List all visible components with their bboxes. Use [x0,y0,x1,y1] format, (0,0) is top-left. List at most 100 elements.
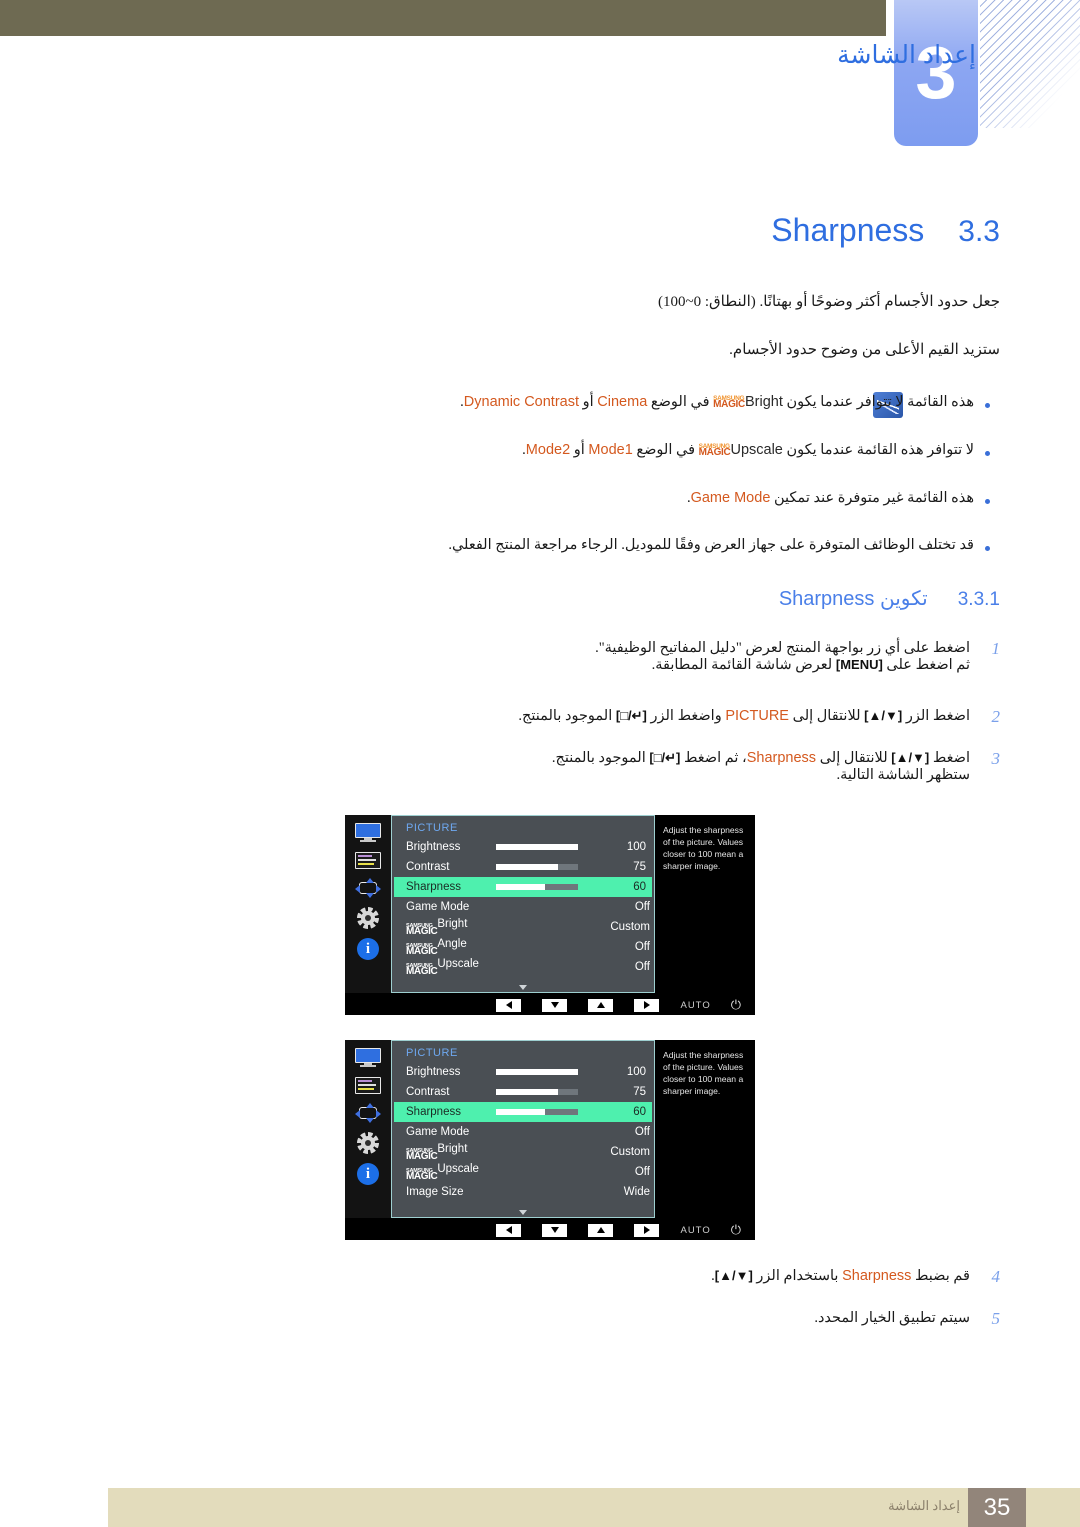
left-arrow-icon[interactable] [496,998,522,1012]
note-1-pre: هذه القائمة لا تتوافر عندما يكون [782,394,974,410]
color-list-icon[interactable] [355,852,381,869]
step-4-emphasis: Sharpness [842,1268,912,1284]
samsung-magic-lockup-2: SAMSUNG MAGIC Upscale [699,442,783,459]
step-1-line2-pre: ثم اضغط على [882,657,970,673]
osd-row-brightness-1[interactable]: Brightness 100 [394,837,652,857]
osd-value: Custom [610,1146,650,1158]
osd-slider[interactable] [496,844,578,850]
page-number: 35 [968,1488,1026,1527]
chapter-number-tab: 3 [894,0,978,146]
osd-slider[interactable] [496,864,578,870]
enter-key-2: [□/↵] [649,750,681,765]
step-1-number: 1 [991,639,1001,658]
step-3-line-2: ستظهر الشاشة التالية. [836,767,970,783]
osd-value: Off [634,1166,650,1178]
osd-menu-panel-2: PICTURE Brightness 100 Contrast 75 Sharp… [391,1040,655,1218]
step-5-text: سيتم تطبيق الخيار المحدد. [814,1310,970,1326]
right-arrow-icon[interactable] [634,998,660,1012]
color-list-icon[interactable] [355,1077,381,1094]
osd-row-game-mode-2[interactable]: Game Mode Off [394,1122,652,1142]
step-5: 5 سيتم تطبيق الخيار المحدد. [570,1309,1000,1328]
osd-row-brightness-2[interactable]: Brightness 100 [394,1062,652,1082]
osd-row-magicbright-2[interactable]: SAMSUNG MAGIC Bright Custom [394,1142,652,1162]
footer-label: إعداد الشاشة [888,1498,960,1513]
osd-menu-panel-1: PICTURE Brightness 100 Contrast 75 Sharp… [391,815,655,993]
left-arrow-icon[interactable] [496,1223,522,1237]
step-2-emphasis: PICTURE [725,708,789,724]
osd-row-image-size-2[interactable]: Image Size Wide [394,1182,652,1202]
header-hatch-decoration [980,0,1080,128]
up-arrow-icon[interactable] [588,998,614,1012]
power-icon[interactable]: ⏻ [731,997,741,1013]
auto-button-label[interactable]: AUTO [680,1225,710,1236]
osd-magic-word: Bright [437,917,468,930]
up-arrow-icon[interactable] [588,1223,614,1237]
osd-row-sharpness-1[interactable]: Sharpness 60 [394,877,652,897]
osd-magic-bottom: MAGIC [406,946,438,958]
osd-row-game-mode-1[interactable]: Game Mode Off [394,897,652,917]
monitor-icon[interactable] [355,823,381,843]
chapter-title: إعداد الشاشة [837,41,976,69]
down-arrow-icon[interactable] [542,1223,568,1237]
auto-button-label[interactable]: AUTO [680,1000,710,1011]
osd-value: Off [634,961,650,973]
chevron-down-icon[interactable] [519,1210,527,1215]
subsection-heading: تكوين Sharpness 3.3.1 [779,586,1000,611]
step-3-mid: للانتقال إلى [816,750,892,766]
osd-menu-heading-2: PICTURE [406,1047,458,1059]
osd-label: Sharpness [406,1106,461,1118]
osd-slider[interactable] [496,1089,578,1095]
section-heading: Sharpness 3.3 [771,212,1000,249]
osd-magic-lockup: SAMSUNG MAGIC Upscale [406,1162,479,1183]
osd-row-magicbright-1[interactable]: SAMSUNG MAGIC Bright Custom [394,917,652,937]
osd-slider[interactable] [496,884,578,890]
note-2-mid2: أو [570,442,589,458]
note-bullet-3: هذه القائمة غير متوفرة عند تمكين Game Mo… [274,490,1000,507]
magic-word-2: Upscale [730,442,783,458]
osd-row-magicupscale-1[interactable]: SAMSUNG MAGIC Upscale Off [394,957,652,977]
step-4-mid: باستخدام الزر [752,1268,843,1284]
section-heading-text: Sharpness [771,212,925,248]
subsection-number: 3.3.1 [957,589,1000,610]
osd-magic-word: Upscale [437,1162,479,1175]
info-icon[interactable]: i [357,938,379,960]
osd-value: 100 [626,1066,646,1078]
monitor-icon[interactable] [355,1048,381,1068]
osd-value: 60 [633,1106,646,1118]
info-icon[interactable]: i [357,1163,379,1185]
right-arrow-icon[interactable] [634,1223,660,1237]
osd-slider[interactable] [496,1069,578,1075]
osd-icon-rail-1: i [345,815,391,993]
gear-icon[interactable] [357,1132,379,1154]
note-bullet-2: لا تتوافر هذه القائمة عندما يكون SAMSUNG… [274,442,1000,459]
subsection-title-ar: تكوين [880,588,928,610]
osd-row-contrast-1[interactable]: Contrast 75 [394,857,652,877]
up-down-key-3: [▲/▼] [714,1268,753,1283]
osd-magic-bottom: MAGIC [406,926,438,938]
step-4-pre: قم بضبط [911,1268,970,1284]
note-1-mid2: أو [579,394,598,410]
osd-screenshot-2: i PICTURE Brightness 100 Contrast 75 Sha… [345,1040,755,1240]
note-1-mid: في الوضع [647,394,714,410]
osd-magic-bottom: MAGIC [406,1171,438,1183]
chevron-down-icon[interactable] [519,985,527,990]
osd-row-sharpness-2[interactable]: Sharpness 60 [394,1102,652,1122]
down-arrow-icon[interactable] [542,998,568,1012]
note-1-em2: Dynamic Contrast [463,394,580,410]
osd-slider[interactable] [496,1109,578,1115]
osd-label: Game Mode [406,901,470,913]
step-2-mid2: واضغط الزر [646,708,726,724]
osd-magic-lockup: SAMSUNG MAGIC Bright [406,917,468,938]
osd-value: 75 [633,861,646,873]
osd-value: Off [634,941,650,953]
position-arrows-icon[interactable] [355,1103,381,1123]
magic-brand-bottom-2: MAGIC [698,447,731,458]
subsection-title-en: Sharpness [778,588,875,610]
position-arrows-icon[interactable] [355,878,381,898]
note-bullet-4: قد تختلف الوظائف المتوفرة على جهاز العرض… [174,537,1000,554]
osd-row-magicupscale-2[interactable]: SAMSUNG MAGIC Upscale Off [394,1162,652,1182]
power-icon[interactable]: ⏻ [731,1222,741,1238]
osd-row-contrast-2[interactable]: Contrast 75 [394,1082,652,1102]
osd-row-magicangle-1[interactable]: SAMSUNG MAGIC Angle Off [394,937,652,957]
gear-icon[interactable] [357,907,379,929]
